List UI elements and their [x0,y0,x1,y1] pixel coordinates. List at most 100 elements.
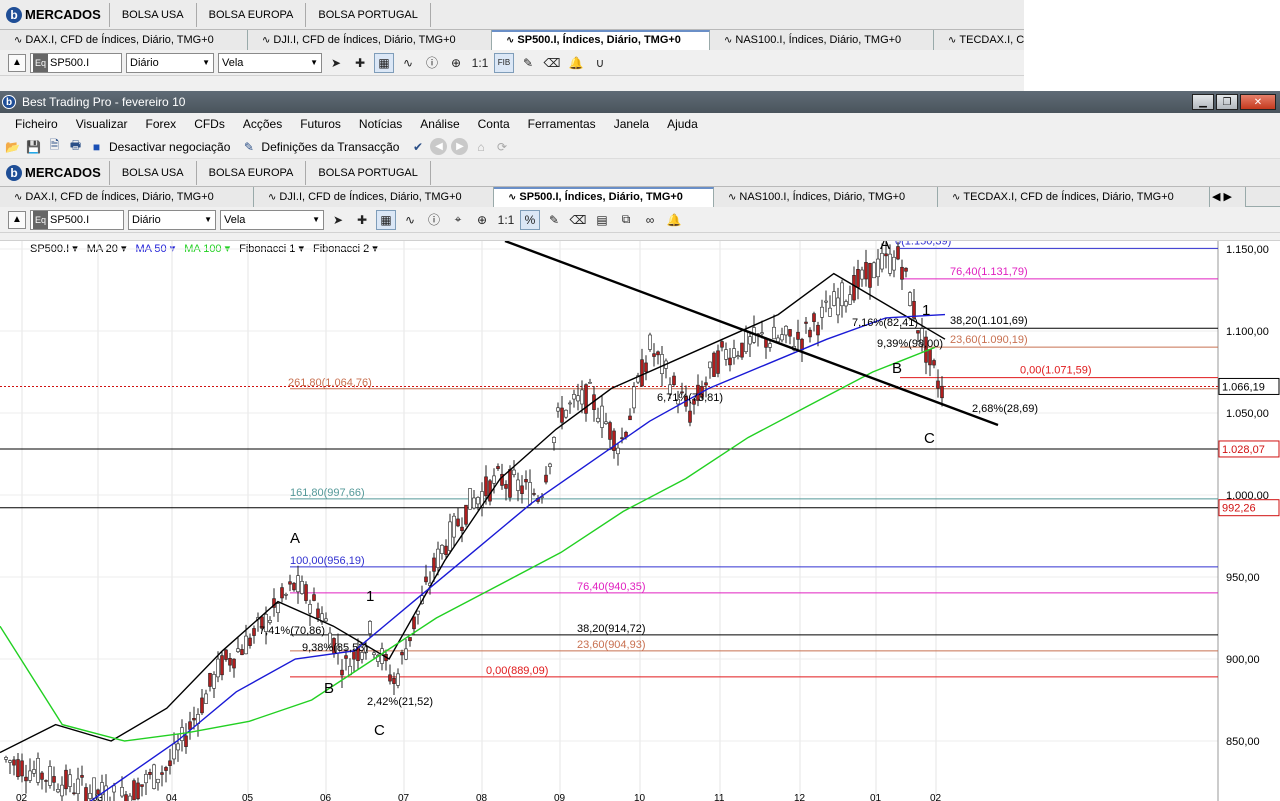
chart-tab-sp500-bg[interactable]: ∿ SP500.I, Índices, Diário, TMG+0 [492,30,710,50]
price-chart[interactable]: SP500.I ▾ MA 20 ▾ MA 50 ▾ MA 100 ▾ Fibon… [0,240,1280,801]
chart-plot: 1.150,001.100,001.050,001.000,00950,0090… [0,241,1280,801]
chart-tab-dax[interactable]: ∿ DAX.I, CFD de Índices, Diário, TMG+0 [0,187,254,207]
menu-forex[interactable]: Forex [137,117,186,131]
menu-cfds[interactable]: CFDs [185,117,234,131]
chart-tab-nas100[interactable]: ∿ NAS100.I, Índices, Diário, TMG+0 [714,187,938,207]
back-icon[interactable]: ◀ [430,138,448,155]
transaction-settings-button[interactable]: Definições da Transacção [261,140,399,154]
menu-analise[interactable]: Análise [411,117,468,131]
candle-body [648,334,652,350]
save-all-icon[interactable]: 🗎 [46,138,63,155]
menu-bar: Ficheiro Visualizar Forex CFDs Acções Fu… [0,113,1280,135]
tab-bolsa-usa-bg[interactable]: BOLSA USA [110,2,197,27]
charttype-select[interactable]: Vela ▼ [220,209,324,230]
menu-visualizar[interactable]: Visualizar [67,117,137,131]
fib-button[interactable]: FIB [494,52,514,73]
eraser-icon[interactable]: ⌫ [568,210,588,230]
wave-icon: ∿ [268,192,277,203]
markets-logo-bg[interactable]: b MERCADOS [4,2,110,27]
maximize-button[interactable]: ❐ [1216,94,1238,110]
chart-tab-sp500[interactable]: ∿ SP500.I, Índices, Diário, TMG+0 [494,187,714,207]
save-icon[interactable]: 💾 [25,138,42,155]
collapse-up-icon[interactable]: ▲ [8,210,26,229]
grid-icon[interactable]: ▦ [376,209,396,230]
chart-tab-tecdax[interactable]: ∿ TECDAX.I, CFD de Índices, Diário, TMG+0 [938,187,1210,207]
cursor-icon[interactable]: ➤ [326,53,346,73]
symbol-input[interactable]: Eq SP500.I [30,209,124,230]
candle-body [824,300,828,303]
menu-noticias[interactable]: Notícias [350,117,411,131]
template-icon[interactable]: ▤ [592,210,612,230]
charttype-select-bg[interactable]: Vela ▼ [218,52,322,73]
candle-body [576,395,580,402]
minimize-button[interactable]: ▁ [1192,94,1214,110]
crosshair-info-icon[interactable]: ⌖ [448,210,468,230]
check-icon[interactable]: ✔ [409,138,426,155]
chart-tab-nas100-bg[interactable]: ∿ NAS100.I, Índices, Diário, TMG+0 [710,30,934,50]
bell-icon[interactable]: 🔔 [566,53,586,73]
chart-tab-dji-bg[interactable]: ∿ DJI.I, CFD de Índices, Diário, TMG+0 [248,30,492,50]
tab-bolsa-usa[interactable]: BOLSA USA [110,160,197,185]
symbol-input-bg[interactable]: Eq SP500.I [30,52,122,73]
print-icon[interactable]: 🖶 [67,138,84,155]
tab-scroll-arrows[interactable]: ◀ ▶ [1210,187,1246,207]
home-icon[interactable]: ⌂ [472,138,489,155]
chart-tab-dax-bg[interactable]: ∿ DAX.I, CFD de Índices, Diário, TMG+0 [0,30,248,50]
tab-bolsa-portugal-bg[interactable]: BOLSA PORTUGAL [306,2,431,27]
cursor-icon[interactable]: ➤ [328,210,348,230]
zoom-icon[interactable]: ⊕ [472,210,492,230]
tab-bolsa-europa[interactable]: BOLSA EUROPA [197,160,307,185]
candle-body [324,618,328,622]
collapse-up-icon[interactable]: ▲ [8,53,26,72]
pencil-icon[interactable]: ✎ [518,53,538,73]
forward-icon[interactable]: ▶ [451,138,469,155]
candle-body [164,767,168,771]
period-select[interactable]: Diário ▼ [128,209,216,230]
pencil-icon[interactable]: ✎ [544,210,564,230]
menu-ajuda[interactable]: Ajuda [658,117,707,131]
menu-conta[interactable]: Conta [469,117,519,131]
tab-bolsa-portugal[interactable]: BOLSA PORTUGAL [306,160,431,185]
zoom-reset-button[interactable]: 1:1 [496,210,516,230]
period-select-bg[interactable]: Diário ▼ [126,52,214,73]
menu-accoes[interactable]: Acções [234,117,291,131]
magnet-icon[interactable]: ∪ [590,53,610,73]
wave-icon: ∿ [262,35,271,46]
candle-body [896,246,900,260]
info-icon[interactable]: ⓘ [422,53,442,73]
wave-icon: ∿ [506,35,515,46]
bell-icon[interactable]: 🔔 [664,210,684,230]
zoom-icon[interactable]: ⊕ [446,53,466,73]
link-icon[interactable]: ∞ [640,210,660,230]
deactivate-trading-button[interactable]: Desactivar negociação [109,140,230,154]
open-folder-icon[interactable]: 📂 [4,138,21,155]
candle-body [148,772,152,775]
candle-body [840,282,844,307]
transaction-settings-icon[interactable]: ✎ [240,138,257,155]
indicator-icon[interactable]: ∿ [398,53,418,73]
close-button[interactable]: ✕ [1240,94,1276,110]
percent-icon[interactable]: % [520,209,540,230]
menu-ficheiro[interactable]: Ficheiro [6,117,67,131]
zoom-reset-button[interactable]: 1:1 [470,53,490,73]
grid-icon[interactable]: ▦ [374,52,394,73]
candle-body [688,410,692,423]
candle-body [864,262,868,280]
stop-trading-icon[interactable]: ■ [88,138,105,155]
chart-tabs-bg: ∿ DAX.I, CFD de Índices, Diário, TMG+0 ∿ D… [0,30,1024,50]
chart-tab-tecdax-bg[interactable]: ∿TECDAX.I, CFD de Índices, Diário, TMG+0 [934,30,1024,50]
tab-bolsa-europa-bg[interactable]: BOLSA EUROPA [197,2,307,27]
crosshair-icon[interactable]: ✚ [350,53,370,73]
eraser-icon[interactable]: ⌫ [542,53,562,73]
menu-futuros[interactable]: Futuros [291,117,350,131]
markets-logo[interactable]: b MERCADOS [4,160,110,185]
menu-janela[interactable]: Janela [605,117,658,131]
chart-tab-dji[interactable]: ∿ DJI.I, CFD de Índices, Diário, TMG+0 [254,187,494,207]
objects-icon[interactable]: ⧉ [616,210,636,230]
wave-icon: ∿ [728,192,737,203]
indicator-icon[interactable]: ∿ [400,210,420,230]
info-icon[interactable]: ⓘ [424,210,444,230]
menu-ferramentas[interactable]: Ferramentas [519,117,605,131]
crosshair-icon[interactable]: ✚ [352,210,372,230]
refresh-icon[interactable]: ⟳ [493,138,510,155]
